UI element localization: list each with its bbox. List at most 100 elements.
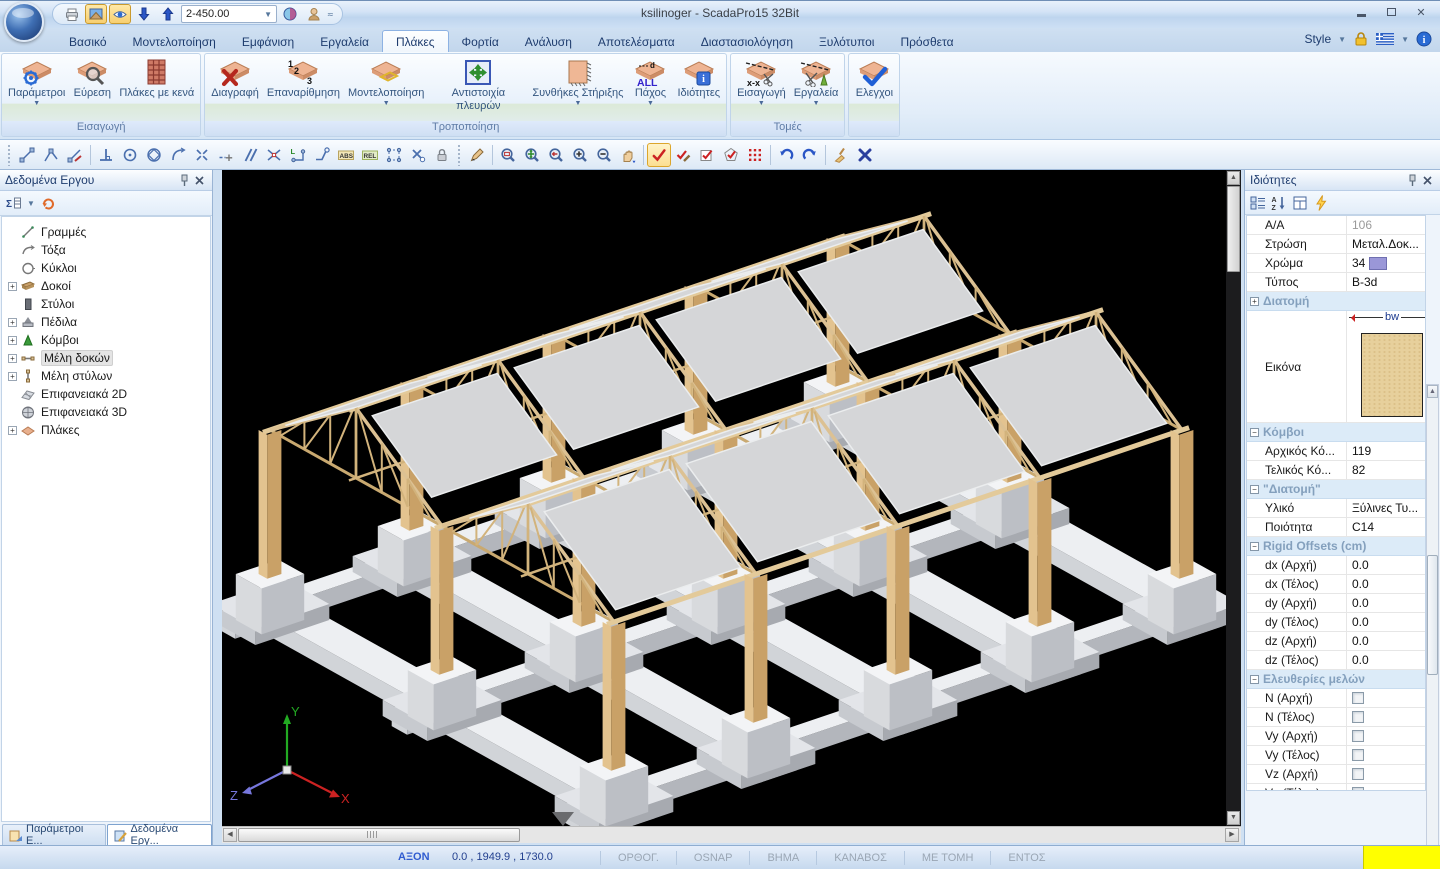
- zoom-prev-icon[interactable]: [544, 143, 568, 167]
- zoom-window-icon[interactable]: [496, 143, 520, 167]
- ribbon-tab-10[interactable]: Πρόσθετα: [887, 31, 966, 52]
- circle-diamond-icon[interactable]: [142, 143, 166, 167]
- tree-item-5[interactable]: +Πέδιλα: [2, 313, 210, 331]
- intersect-icon[interactable]: [262, 143, 286, 167]
- checkbox[interactable]: [1352, 768, 1364, 780]
- ribbon-button-slab-renumber[interactable]: 123Επαναρίθμηση: [263, 55, 344, 121]
- eye-icon[interactable]: [109, 4, 131, 24]
- property-value[interactable]: [1347, 749, 1425, 761]
- refresh-icon[interactable]: [38, 193, 58, 213]
- tree-item-9[interactable]: Επιφανειακά 2D: [2, 385, 210, 403]
- property-row-20[interactable]: N (Αρχή): [1247, 689, 1425, 708]
- viewport-3d[interactable]: Y X Z: [222, 170, 1226, 826]
- print-icon[interactable]: [61, 4, 83, 24]
- select-grid-icon[interactable]: [743, 143, 767, 167]
- property-category-9[interactable]: −"Διατομή": [1247, 480, 1425, 499]
- property-row-13[interactable]: dx (Αρχή)0.0: [1247, 556, 1425, 575]
- property-value[interactable]: [1347, 730, 1425, 742]
- property-row-21[interactable]: N (Τέλος): [1247, 708, 1425, 727]
- expand-icon[interactable]: +: [1250, 297, 1259, 306]
- property-category-6[interactable]: −Κόμβοι: [1247, 423, 1425, 442]
- expand-icon[interactable]: +: [8, 336, 17, 345]
- select-poly-icon[interactable]: [719, 143, 743, 167]
- property-row-15[interactable]: dy (Αρχή)0.0: [1247, 594, 1425, 613]
- tree-item-0[interactable]: Γραμμές: [2, 223, 210, 241]
- property-row-0[interactable]: Α/Α106: [1247, 216, 1425, 235]
- property-value[interactable]: 0.0: [1347, 596, 1425, 610]
- select-check-icon[interactable]: [647, 143, 671, 167]
- ribbon-tab-6[interactable]: Ανάλυση: [512, 31, 585, 52]
- close-button[interactable]: ✕: [1408, 4, 1434, 20]
- ribbon-tab-0[interactable]: Βασικό: [56, 31, 120, 52]
- tree-item-2[interactable]: Κύκλοι: [2, 259, 210, 277]
- property-row-11[interactable]: ΠοιότηταC14: [1247, 518, 1425, 537]
- property-value[interactable]: 106: [1347, 218, 1425, 232]
- lock-icon[interactable]: [430, 143, 454, 167]
- collapse-icon[interactable]: −: [1250, 485, 1259, 494]
- az-sort-icon[interactable]: AZ: [1271, 195, 1287, 211]
- status-toggle-1[interactable]: OSNAP: [676, 851, 750, 865]
- pan-hand-icon[interactable]: [616, 143, 640, 167]
- filter-icon[interactable]: Σ: [4, 193, 24, 213]
- pin-icon[interactable]: [1405, 173, 1420, 187]
- checkbox[interactable]: [1352, 749, 1364, 761]
- ribbon-tab-2[interactable]: Εμφάνιση: [229, 31, 307, 52]
- properties-scroll-thumb[interactable]: [1427, 555, 1438, 675]
- angle-length-icon[interactable]: L: [286, 143, 310, 167]
- lightning-icon[interactable]: [1313, 195, 1329, 211]
- property-row-image[interactable]: Εικόναbw: [1247, 311, 1425, 423]
- collapse-icon[interactable]: −: [1250, 675, 1259, 684]
- toolbar-grip[interactable]: [457, 144, 462, 166]
- property-value[interactable]: [1347, 711, 1425, 723]
- tab-dedomena-ergou[interactable]: Δεδομένα Εργ...: [107, 824, 212, 845]
- pin-icon[interactable]: [177, 173, 192, 187]
- ribbon-button-slab-all[interactable]: dALLΠάχος▼: [627, 55, 673, 121]
- select-box-icon[interactable]: [382, 143, 406, 167]
- property-row-8[interactable]: Τελικός Κό...82: [1247, 461, 1425, 480]
- property-value[interactable]: 34: [1347, 256, 1425, 270]
- property-value[interactable]: [1347, 768, 1425, 780]
- abs-icon[interactable]: ABS: [334, 143, 358, 167]
- assistant-icon[interactable]: [303, 4, 325, 24]
- ribbon-tab-1[interactable]: Μοντελοποίηση: [120, 31, 229, 52]
- tree-item-8[interactable]: +Μέλη στύλων: [2, 367, 210, 385]
- property-value[interactable]: 0.0: [1347, 577, 1425, 591]
- chevron-down-icon[interactable]: ▼: [33, 100, 40, 108]
- checkbox[interactable]: [1352, 787, 1364, 791]
- ribbon-button-slab-search[interactable]: Εύρεση: [69, 55, 115, 121]
- property-value[interactable]: C14: [1347, 520, 1425, 534]
- property-value[interactable]: 0.0: [1347, 634, 1425, 648]
- tab-parametroi[interactable]: Παράμετροι Ε...: [2, 824, 106, 845]
- ribbon-tab-3[interactable]: Εργαλεία: [307, 31, 382, 52]
- categorize-icon[interactable]: [1250, 195, 1266, 211]
- property-row-25[interactable]: Vz (Τέλος): [1247, 784, 1425, 791]
- chevron-down-icon[interactable]: ▼: [574, 100, 581, 108]
- property-row-22[interactable]: Vy (Αρχή): [1247, 727, 1425, 746]
- property-row-7[interactable]: Αρχικός Κό...119: [1247, 442, 1425, 461]
- ribbon-button-sides-match[interactable]: Αντιστοιχία πλευρών: [428, 55, 528, 121]
- property-category-12[interactable]: −Rigid Offsets (cm): [1247, 537, 1425, 556]
- scroll-right-icon[interactable]: ▶: [1225, 828, 1239, 842]
- status-toggle-3[interactable]: ΚΑΝΑΒΟΣ: [816, 851, 904, 865]
- undo-icon[interactable]: [774, 143, 798, 167]
- ribbon-button-section-tools[interactable]: Εργαλεία▼: [790, 55, 843, 121]
- property-value[interactable]: Ξύλινες Τυ...: [1347, 501, 1425, 515]
- property-row-16[interactable]: dy (Τέλος)0.0: [1247, 613, 1425, 632]
- status-toggle-5[interactable]: ΕΝΤΟΣ: [990, 851, 1062, 865]
- ribbon-button-slab-model[interactable]: Μοντελοποίηση▼: [344, 55, 428, 121]
- property-row-18[interactable]: dz (Τέλος)0.0: [1247, 651, 1425, 670]
- property-value[interactable]: 82: [1347, 463, 1425, 477]
- properties-scrollbar[interactable]: ▲ ▼: [1426, 384, 1439, 869]
- ribbon-tab-4[interactable]: Πλάκες: [382, 30, 449, 52]
- ribbon-tab-7[interactable]: Αποτελέσματα: [585, 31, 688, 52]
- ribbon-tab-9[interactable]: Ξυλότυποι: [806, 31, 887, 52]
- property-value[interactable]: [1347, 787, 1425, 791]
- chevron-down-icon[interactable]: ▼: [758, 100, 765, 108]
- perpendicular-icon[interactable]: [94, 143, 118, 167]
- hscroll-thumb[interactable]: [238, 828, 520, 842]
- parallel-icon[interactable]: [238, 143, 262, 167]
- close-icon[interactable]: [1420, 173, 1435, 187]
- scroll-up-icon[interactable]: ▲: [1427, 385, 1438, 398]
- ribbon-button-slab-delete[interactable]: Διαγραφή: [207, 55, 263, 121]
- scroll-left-icon[interactable]: ◀: [223, 828, 237, 842]
